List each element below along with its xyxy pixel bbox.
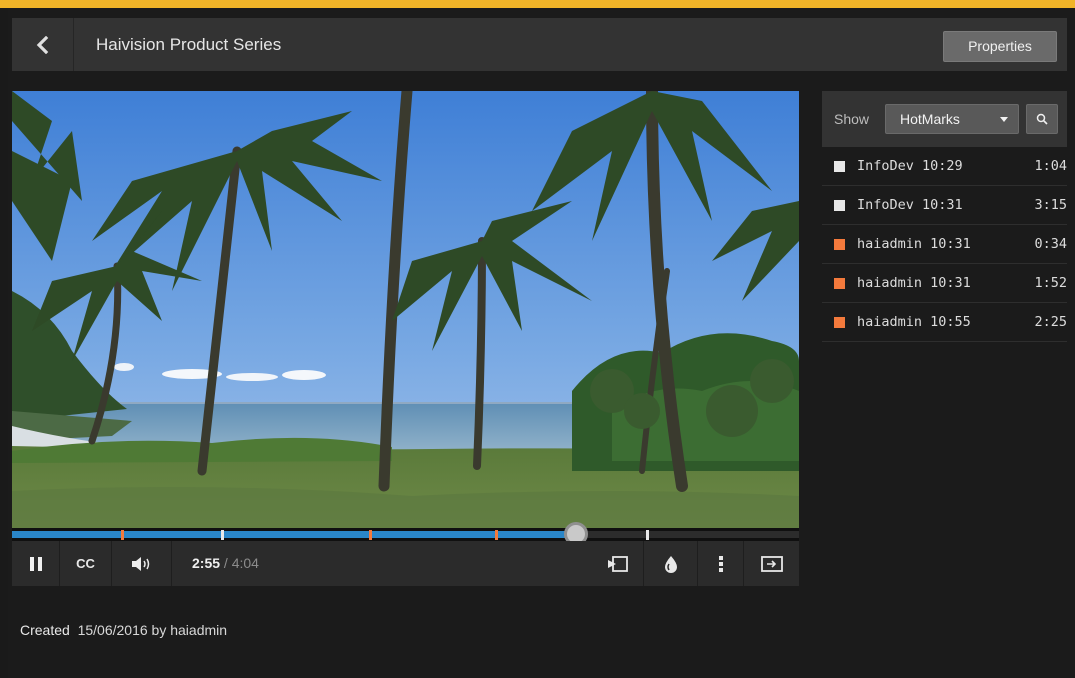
hotmark-time: 3:15 bbox=[1034, 197, 1067, 213]
seek-marker[interactable] bbox=[494, 530, 498, 540]
back-chevron-icon bbox=[36, 35, 48, 54]
time-separator: / bbox=[220, 555, 232, 571]
pause-icon bbox=[29, 556, 42, 571]
properties-button[interactable]: Properties bbox=[943, 31, 1057, 62]
info-hotmark-square-icon bbox=[834, 161, 845, 172]
current-time: 2:55 bbox=[192, 555, 221, 571]
hotmark-row[interactable]: haiadmin 10:31 0:34 bbox=[822, 225, 1067, 264]
volume-button[interactable] bbox=[112, 541, 172, 586]
hotmark-row[interactable]: InfoDev 10:29 1:04 bbox=[822, 147, 1067, 186]
hotmark-row[interactable]: haiadmin 10:31 1:52 bbox=[822, 264, 1067, 303]
seek-marker[interactable] bbox=[220, 530, 224, 540]
share-icon bbox=[607, 555, 628, 572]
hotmarks-filter-select[interactable]: HotMarks bbox=[885, 104, 1019, 134]
back-button[interactable] bbox=[12, 18, 74, 71]
popout-icon bbox=[760, 555, 783, 572]
share-button[interactable] bbox=[592, 541, 644, 586]
user-hotmark-square-icon bbox=[834, 317, 845, 328]
hotmarks-list: InfoDev 10:29 1:04 InfoDev 10:31 3:15 haiadm… bbox=[822, 147, 1067, 342]
info-hotmark-square-icon bbox=[834, 200, 845, 211]
user-hotmark-square-icon bbox=[834, 239, 845, 250]
volume-icon bbox=[131, 556, 149, 571]
hotmark-time: 2:25 bbox=[1034, 314, 1067, 330]
hotmark-time: 1:04 bbox=[1034, 158, 1067, 174]
hotmark-name: InfoDev 10:31 bbox=[857, 197, 963, 213]
hotmark-row[interactable]: InfoDev 10:31 3:15 bbox=[822, 186, 1067, 225]
created-value: 15/06/2016 by haiadmin bbox=[77, 622, 228, 638]
search-icon bbox=[1036, 113, 1048, 125]
hotmark-time: 0:34 bbox=[1034, 236, 1067, 252]
seek-marker[interactable] bbox=[646, 530, 650, 540]
more-vertical-icon bbox=[718, 555, 723, 572]
hotmark-drop-icon bbox=[664, 555, 677, 573]
hotmark-name: haiadmin 10:31 bbox=[857, 275, 971, 291]
hotmark-name: InfoDev 10:29 bbox=[857, 158, 963, 174]
top-accent-strip bbox=[0, 0, 1075, 8]
dropdown-arrow-icon bbox=[1000, 117, 1008, 122]
hotmark-time: 1:52 bbox=[1034, 275, 1067, 291]
seek-marker[interactable] bbox=[369, 530, 372, 540]
user-hotmark-square-icon bbox=[834, 278, 845, 289]
page-title: Haivision Product Series bbox=[96, 35, 282, 54]
seek-marker[interactable] bbox=[120, 530, 124, 540]
hotmark-row[interactable]: haiadmin 10:55 2:25 bbox=[822, 303, 1067, 342]
player-controls: CC 2:55 / 4:04 bbox=[12, 541, 799, 586]
seek-progress bbox=[12, 531, 577, 538]
video-frame[interactable] bbox=[12, 91, 799, 528]
more-options-button[interactable] bbox=[698, 541, 744, 586]
created-label: Created bbox=[20, 622, 70, 638]
seek-bar[interactable] bbox=[12, 522, 799, 546]
captions-button[interactable]: CC bbox=[60, 541, 112, 586]
hotmarks-toolbar: Show HotMarks bbox=[822, 91, 1067, 147]
hotmark-name: haiadmin 10:55 bbox=[857, 314, 971, 330]
filter-value: HotMarks bbox=[900, 111, 960, 127]
page-header: Haivision Product Series Properties bbox=[12, 18, 1067, 71]
captions-label: CC bbox=[76, 556, 95, 571]
video-image bbox=[12, 91, 799, 528]
total-time: 4:04 bbox=[231, 555, 259, 571]
search-button[interactable] bbox=[1026, 104, 1058, 134]
hotmark-name: haiadmin 10:31 bbox=[857, 236, 971, 252]
created-info: Created 15/06/2016 by haiadmin bbox=[20, 622, 227, 638]
hotmark-button[interactable] bbox=[644, 541, 698, 586]
popout-button[interactable] bbox=[744, 541, 799, 586]
show-label: Show bbox=[834, 111, 870, 127]
pause-button[interactable] bbox=[12, 541, 60, 586]
time-display: 2:55 / 4:04 bbox=[192, 541, 259, 586]
